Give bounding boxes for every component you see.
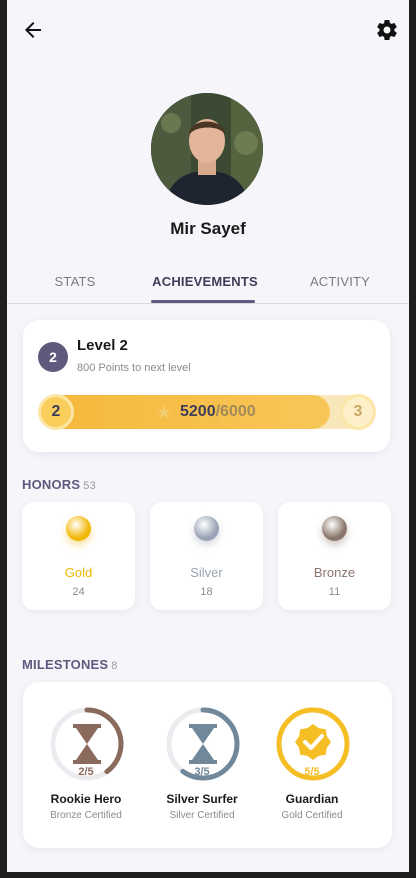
milestone-fraction: 3/5	[194, 766, 210, 778]
milestone-title: Guardian	[285, 792, 339, 806]
honor-label: Silver	[190, 565, 223, 580]
honor-count: 11	[328, 586, 341, 598]
silver-medal-icon	[194, 516, 219, 541]
milestone-subtitle: Gold Certified	[281, 810, 343, 821]
active-tab-indicator	[151, 300, 255, 303]
profile-name: Mir Sayef	[170, 219, 246, 238]
back-arrow-icon[interactable]	[21, 18, 45, 42]
level-subtitle: 800 Points to next level	[77, 362, 191, 374]
milestone-subtitle: Bronze Certified	[50, 810, 122, 821]
honor-count: 18	[200, 586, 213, 598]
milestone-title: Silver Surfer	[166, 792, 238, 806]
points-readout: 5200/6000	[180, 403, 256, 421]
tab-stats[interactable]: STATS	[35, 274, 115, 289]
tab-bar: STATS ACHIEVEMENTS ACTIVITY	[7, 266, 409, 304]
milestone-silver-surfer[interactable]: 3/5 Silver Surfer Silver Certified	[147, 704, 257, 844]
tab-achievements[interactable]: ACHIEVEMENTS	[147, 274, 263, 289]
hourglass-icon	[189, 724, 217, 764]
hourglass-icon	[73, 724, 101, 764]
milestones-card: 2/5 Rookie Hero Bronze Certified 3/5 Sil…	[23, 682, 392, 848]
milestones-heading: MILESTONES 8	[22, 657, 118, 672]
top-bar	[7, 14, 409, 46]
milestone-title: Rookie Hero	[50, 792, 122, 806]
avatar[interactable]	[151, 93, 263, 205]
points-current: 5200	[180, 403, 216, 420]
milestone-subtitle: Silver Certified	[169, 810, 235, 821]
star-icon: ★	[156, 402, 173, 422]
gear-icon[interactable]	[375, 18, 399, 42]
milestone-fraction: 2/5	[78, 766, 94, 778]
profile-screen: Mir Sayef STATS ACHIEVEMENTS ACTIVITY 2 …	[7, 0, 409, 872]
honor-label: Bronze	[313, 565, 356, 580]
honor-count: 24	[72, 586, 85, 598]
honor-card-bronze[interactable]: Bronze 11	[278, 502, 391, 610]
honors-heading: HONORS 53	[22, 477, 96, 492]
milestone-fraction: 5/5	[304, 766, 320, 778]
honor-label: Gold	[64, 565, 93, 580]
gold-medal-icon	[66, 516, 91, 541]
points-total: /6000	[215, 403, 256, 420]
level-progress-bar: 2 3 ★ 5200/6000	[38, 394, 376, 430]
tab-activity[interactable]: ACTIVITY	[295, 274, 385, 289]
check-badge-icon	[295, 724, 331, 760]
honors-title: HONORS	[22, 477, 81, 492]
honors-count: 53	[83, 480, 96, 492]
milestones-title: MILESTONES	[22, 657, 109, 672]
current-level-marker: 2	[38, 394, 74, 430]
honor-card-gold[interactable]: Gold 24	[22, 502, 135, 610]
milestone-guardian[interactable]: 5/5 Guardian Gold Certified	[257, 704, 367, 844]
honor-card-silver[interactable]: Silver 18	[150, 502, 263, 610]
next-level-marker: 3	[340, 394, 376, 430]
level-card: 2 Level 2 800 Points to next level 2 3 ★…	[23, 320, 390, 452]
milestone-rookie-hero[interactable]: 2/5 Rookie Hero Bronze Certified	[31, 704, 141, 844]
level-title: Level 2	[77, 337, 128, 354]
bronze-medal-icon	[322, 516, 347, 541]
milestones-count: 8	[111, 660, 118, 672]
level-badge: 2	[38, 342, 68, 372]
